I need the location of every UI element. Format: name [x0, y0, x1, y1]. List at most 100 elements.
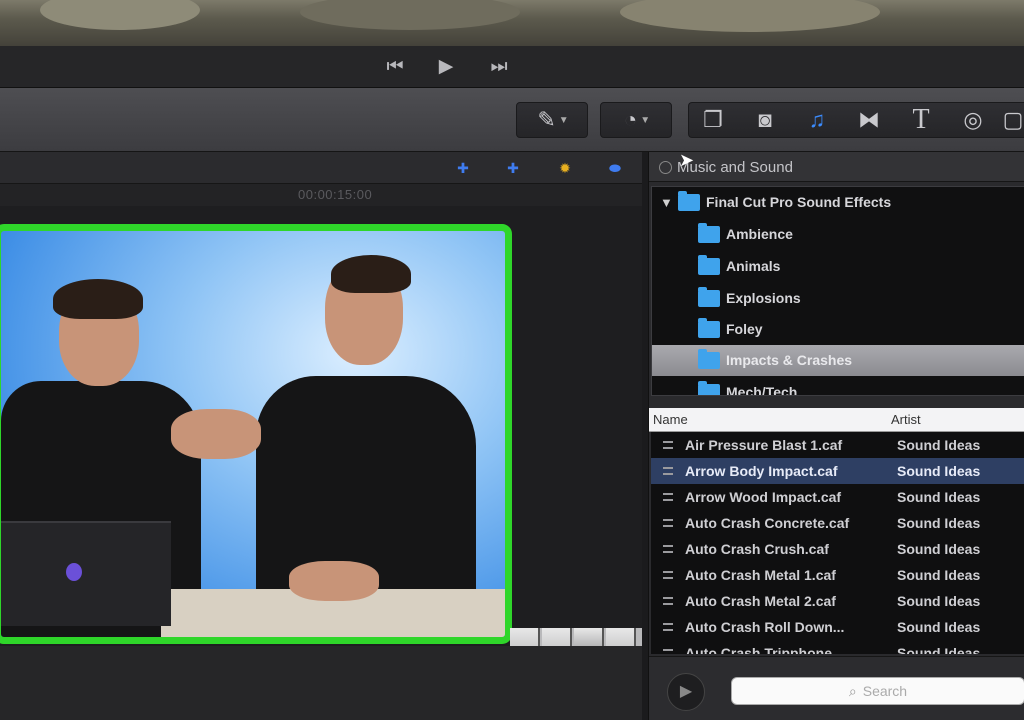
folder-icon [698, 381, 720, 395]
laptop [1, 521, 171, 626]
sound-name: Auto Crash Crush.caf [685, 541, 829, 557]
sound-name: Arrow Wood Impact.caf [685, 489, 842, 505]
skip-forward-icon[interactable]: ⏭ [486, 56, 512, 78]
music-and-sound-browser: Music and Sound ➤ ▼ Final Cut Pro Sound … [648, 150, 1024, 720]
marker-icon[interactable]: ⬬ [600, 158, 630, 178]
titles-icon[interactable]: T [897, 103, 945, 137]
sound-artist: Sound Ideas [897, 593, 981, 609]
chevron-down-icon: ▼ [640, 115, 651, 127]
tree-row-impacts-crashes[interactable]: Impacts & Crashes [652, 345, 1024, 376]
browser-header: Music and Sound ➤ [649, 150, 1024, 182]
search-field[interactable]: ⌕ Search [731, 677, 1024, 705]
person-right-hair [331, 255, 411, 293]
audio-file-icon [663, 649, 673, 654]
generators-icon[interactable]: ◎ [949, 103, 997, 137]
retime-menu[interactable]: ◔ ▼ [600, 102, 672, 138]
sound-artist: Sound Ideas [897, 567, 981, 583]
enhance-menu[interactable]: ✎ ▼ [516, 102, 588, 138]
sound-name: Air Pressure Blast 1.caf [685, 437, 843, 453]
tree-row-animals[interactable]: Animals [652, 251, 1024, 282]
marker-icon[interactable]: ✚ [448, 158, 478, 178]
browser-footer: ▶ ⌕ Search [649, 656, 1024, 720]
sound-list: Air Pressure Blast 1.caf Sound Ideas Arr… [651, 432, 1024, 654]
audio-file-icon [663, 571, 673, 579]
sound-artist: Sound Ideas [897, 541, 981, 557]
mouse-cursor-icon: ➤ [679, 150, 695, 170]
camera-icon[interactable]: ◙ [741, 103, 789, 137]
photo-texture [300, 0, 520, 30]
list-item[interactable]: Auto Crash Roll Down... Sound Ideas [651, 614, 1024, 640]
music-icon[interactable]: ♫ [793, 103, 841, 137]
sound-artist: Sound Ideas [897, 645, 981, 654]
sound-name: Auto Crash Roll Down... [685, 619, 845, 635]
column-header-name[interactable]: Name [653, 412, 688, 427]
video-frame[interactable] [0, 224, 512, 644]
play-icon[interactable]: ▶ [433, 56, 459, 78]
list-item[interactable]: Auto Crash Metal 2.caf Sound Ideas [651, 588, 1024, 614]
audio-file-icon [663, 493, 673, 501]
photo-texture [620, 0, 880, 32]
audio-file-icon [663, 597, 673, 605]
list-item[interactable]: Auto Crash Concrete.caf Sound Ideas [651, 510, 1024, 536]
timecode-ruler[interactable]: 00:00:15:00 [0, 184, 642, 206]
folder-icon [698, 287, 720, 307]
folder-icon [698, 349, 720, 369]
viewer[interactable] [0, 206, 642, 672]
chevron-down-icon: ▼ [558, 115, 569, 127]
person-right-hand [171, 409, 261, 459]
timeline-area[interactable] [0, 646, 642, 720]
timecode: 00:00:15:00 [298, 187, 373, 202]
sound-name: Arrow Body Impact.caf [685, 463, 838, 479]
sound-name: Auto Crash Metal 1.caf [685, 567, 836, 583]
tree-row-explosions[interactable]: Explosions [652, 283, 1024, 314]
folder-label: Impacts & Crashes [726, 352, 853, 368]
tree-row-ambience[interactable]: Ambience [652, 219, 1024, 250]
folder-label: Ambience [726, 226, 793, 242]
speed-icon[interactable]: ◔ ▼ [607, 103, 667, 137]
transitions-icon[interactable]: ⧓ [845, 103, 893, 137]
disclosure-triangle-icon[interactable]: ▼ [660, 195, 673, 210]
audio-file-icon [663, 441, 673, 449]
sound-artist: Sound Ideas [897, 489, 981, 505]
audio-file-icon [663, 467, 673, 475]
photo-texture [40, 0, 200, 30]
search-icon: ⌕ [848, 683, 857, 699]
sound-artist: Sound Ideas [897, 619, 981, 635]
sound-name: Auto Crash Concrete.caf [685, 515, 850, 531]
tree-row-mech-tech[interactable]: Mech/Tech [652, 377, 1024, 396]
list-item[interactable]: Arrow Wood Impact.caf Sound Ideas [651, 484, 1024, 510]
audio-file-icon [663, 519, 673, 527]
magic-wand-icon[interactable]: ✎ ▼ [523, 103, 583, 137]
tree-row-foley[interactable]: Foley [652, 314, 1024, 345]
sound-name: Auto Crash Metal 2.caf [685, 593, 836, 609]
transport-bar: ⏮ ▶ ⏭ [0, 46, 1024, 88]
disclosure-circle-icon[interactable] [659, 161, 672, 174]
themes-icon[interactable]: ▢ [1001, 103, 1024, 137]
folder-label: Foley [726, 321, 763, 337]
folder-icon [698, 318, 720, 338]
sound-artist: Sound Ideas [897, 515, 981, 531]
preview-play-button[interactable]: ▶ [667, 673, 705, 711]
folder-icon [678, 191, 700, 211]
fcp-window: ⏮ ▶ ⏭ ✎ ▼ ◔ ▼ ❐ ◙ ♫ ⧓ T ◎ ▢ ✚ ✚ ✹ ⬬ 00:00:… [0, 0, 1024, 720]
apple-logo-icon [66, 563, 82, 581]
sound-artist: Sound Ideas [897, 463, 981, 479]
list-item[interactable]: Air Pressure Blast 1.caf Sound Ideas [651, 432, 1024, 458]
folder-label: Animals [726, 258, 781, 274]
marker-icon[interactable]: ✚ [498, 158, 528, 178]
background-photo-strip [0, 0, 1024, 46]
list-item[interactable]: Auto Crash Crush.caf Sound Ideas [651, 536, 1024, 562]
media-browser-buttons: ❐ ◙ ♫ ⧓ T ◎ ▢ [688, 102, 1024, 138]
list-item[interactable]: Auto Crash Tripphone Sound Ideas [651, 640, 1024, 654]
column-header-artist[interactable]: Artist [891, 412, 921, 427]
list-item[interactable]: Arrow Body Impact.caf Sound Ideas [651, 458, 1024, 484]
skip-back-icon[interactable]: ⏮ [382, 56, 408, 78]
timeline-marker-bar: ✚ ✚ ✹ ⬬ [0, 152, 642, 184]
sound-list-header: Name Artist [649, 408, 1024, 432]
folder-label: Mech/Tech [726, 384, 798, 396]
list-item[interactable]: Auto Crash Metal 1.caf Sound Ideas [651, 562, 1024, 588]
sound-folder-tree: ▼ Final Cut Pro Sound Effects Ambience A… [651, 186, 1024, 396]
marker-icon[interactable]: ✹ [550, 158, 580, 178]
tree-row-root[interactable]: ▼ Final Cut Pro Sound Effects [652, 187, 1024, 218]
clip-browser-icon[interactable]: ❐ [689, 103, 737, 137]
